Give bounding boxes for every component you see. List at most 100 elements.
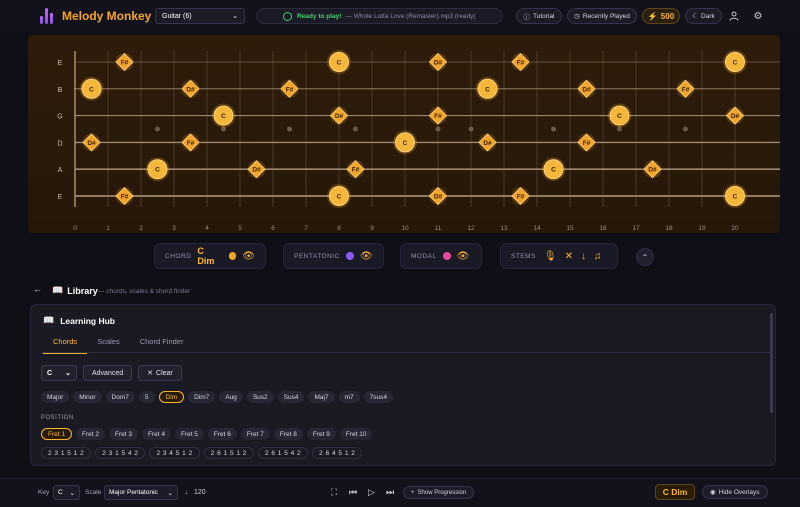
inlay-dot <box>551 126 556 132</box>
play-icon[interactable]: ▷ <box>368 487 375 498</box>
note-label: C <box>221 113 226 120</box>
hub-title-text: Learning Hub <box>60 315 115 326</box>
recently-played-button[interactable]: ◷ Recently Played <box>567 8 637 24</box>
theme-label: Dark <box>701 12 715 20</box>
note-label: D# <box>335 113 344 120</box>
chord-overlay-label: CHORD <box>165 252 192 260</box>
position-chip[interactable]: Fret 1 <box>41 428 72 440</box>
tab-divider <box>41 352 771 353</box>
key-select[interactable]: C ⌄ <box>53 485 80 500</box>
pentatonic-overlay-group[interactable]: PENTATONIC 👁 <box>283 243 384 269</box>
back-arrow-icon[interactable]: ← <box>33 284 42 294</box>
fretboard-canvas[interactable]: EBGDAE0 1 2 3 4 5 6 7 8 9 10 11 12 13 14 15 16 17 18 19 20F#… <box>28 35 780 233</box>
stems-overlay-group[interactable]: STEMS 🎙 ✕ ↓ ♫ <box>500 243 618 269</box>
position-chip[interactable]: Fret 8 <box>273 428 303 440</box>
fingering-chip[interactable]: 2 3 1 5 4 2 <box>95 447 146 459</box>
position-chip[interactable]: Fret 6 <box>207 428 237 440</box>
chevron-up-icon[interactable]: ⌃ <box>636 248 654 266</box>
chord-type-chip[interactable]: Sus2 <box>246 391 274 403</box>
music-notes-icon[interactable]: ♫ <box>594 251 602 262</box>
fullscreen-icon[interactable]: ⛶ <box>331 487 337 498</box>
book-icon: 📖 <box>52 285 64 295</box>
fretboard[interactable]: E B G D A E 0 1 2 3 4 5 6 7 8 9 10 11 12 13 14 15 16 17 18 19 20 F#… <box>28 35 780 233</box>
user-icon[interactable] <box>727 9 741 23</box>
note-label: D# <box>186 86 195 93</box>
fingering-chip[interactable]: 2 3 4 5 1 2 <box>149 447 200 459</box>
tutorial-label: Tutorial <box>533 12 555 20</box>
fret-number: 4 <box>205 225 209 232</box>
chord-overlay-group[interactable]: CHORD C Dim 👁 <box>154 243 266 269</box>
position-chip[interactable]: Fret 10 <box>339 428 373 440</box>
chord-type-chip[interactable]: Aug <box>219 391 243 403</box>
position-chip[interactable]: Fret 3 <box>108 428 138 440</box>
bottom-toolbar: Key C ⌄ Scale Major Pentatonic ⌄ ♩ 120 ⛶ ⏮… <box>0 478 800 507</box>
chord-color-dot <box>228 252 237 260</box>
hide-overlays-button[interactable]: ◉ Hide Overlays <box>702 485 768 499</box>
eye-icon[interactable]: 👁 <box>457 251 470 262</box>
chord-type-list: Major Minor Dom7 5 Dim Dim7 Aug Sus2 Sus4 Maj7 m7 7… <box>41 391 393 403</box>
inlay-dot <box>287 126 292 132</box>
chord-type-chip[interactable]: Major <box>41 391 70 403</box>
note-label: F# <box>682 86 690 93</box>
skip-back-icon[interactable]: ⏮ <box>349 487 357 498</box>
fret-number: 7 <box>304 225 308 232</box>
points-value: 500 <box>660 11 675 21</box>
chord-type-chip[interactable]: Minor <box>73 391 102 403</box>
bass-icon[interactable]: ↓ <box>581 251 586 262</box>
clear-button[interactable]: ✕ Clear <box>138 365 182 381</box>
theme-toggle[interactable]: ☾ Dark <box>685 8 722 24</box>
position-chip[interactable]: Fret 9 <box>306 428 336 440</box>
scale-select[interactable]: Major Pentatonic ⌄ <box>104 485 178 500</box>
position-chip[interactable]: Fret 5 <box>174 428 204 440</box>
modal-overlay-label: MODAL <box>411 252 437 260</box>
chord-type-chip[interactable]: Dim7 <box>188 391 216 403</box>
points-badge[interactable]: ⚡ 500 <box>642 8 680 24</box>
fingering-chip[interactable]: 2 3 1 5 1 2 <box>41 447 92 459</box>
eye-icon[interactable]: 👁 <box>242 251 255 262</box>
chord-type-chip[interactable]: m7 <box>338 391 360 403</box>
chord-type-chip[interactable]: 7sus4 <box>363 391 393 403</box>
check-circle-icon <box>283 12 292 21</box>
fingering-chip[interactable]: 2 6 1 5 4 2 <box>257 447 309 459</box>
fingering-chip[interactable]: 2 6 4 5 1 2 <box>312 447 363 459</box>
drums-sticks-icon[interactable]: ✕ <box>565 251 573 262</box>
fret-number: 3 <box>172 225 176 232</box>
note-label: F# <box>121 60 129 67</box>
note-label: C <box>155 167 160 174</box>
fingering-chip[interactable]: 2 6 1 5 1 2 <box>203 447 254 459</box>
tempo-display[interactable]: ♩ 120 <box>185 489 206 496</box>
open-book-icon: 📖 <box>43 315 55 325</box>
note-label: D# <box>483 140 492 147</box>
chevron-down-icon: ⌄ <box>69 489 75 497</box>
library-title: 📖 Library <box>52 285 98 296</box>
vocals-mic-icon[interactable]: 🎙 <box>544 251 557 262</box>
fret-number: 0 <box>73 225 77 232</box>
instrument-select[interactable]: Guitar (6) ⌄ <box>155 8 245 24</box>
skip-forward-icon[interactable]: ⏭ <box>386 487 394 498</box>
chord-type-chip[interactable]: Maj7 <box>308 391 335 403</box>
chord-type-chip[interactable]: Sus4 <box>277 391 305 403</box>
show-progression-button[interactable]: + Show Progression <box>403 486 475 499</box>
hide-overlays-label: Hide Overlays <box>718 488 760 496</box>
chord-type-chip[interactable]: 5 <box>138 391 155 403</box>
position-chip[interactable]: Fret 4 <box>141 428 171 440</box>
eye-icon[interactable]: 👁 <box>360 251 373 262</box>
tutorial-button[interactable]: ⓘ Tutorial <box>516 8 562 24</box>
settings-gear-icon[interactable]: ⚙ <box>751 9 765 23</box>
string-label: E <box>58 194 63 201</box>
note-label: F# <box>583 140 591 147</box>
modal-overlay-group[interactable]: MODAL 👁 <box>400 243 482 269</box>
position-chip[interactable]: Fret 7 <box>240 428 270 440</box>
string-label: B <box>58 87 63 94</box>
panel-scrollbar[interactable] <box>770 313 773 413</box>
note-label: C <box>733 60 738 67</box>
root-note-select[interactable]: C ⌄ <box>41 365 77 381</box>
inlay-dot <box>155 126 160 132</box>
note-label: C <box>733 194 738 201</box>
position-chip[interactable]: Fret 2 <box>75 428 105 440</box>
chord-type-chip[interactable]: Dim <box>158 391 185 403</box>
advanced-button[interactable]: Advanced <box>83 365 133 381</box>
status-pill: Ready to play! — Whole Lotta Love (Remas… <box>256 8 503 24</box>
chord-type-chip[interactable]: Dom7 <box>105 391 135 403</box>
key-value: C <box>58 489 63 496</box>
